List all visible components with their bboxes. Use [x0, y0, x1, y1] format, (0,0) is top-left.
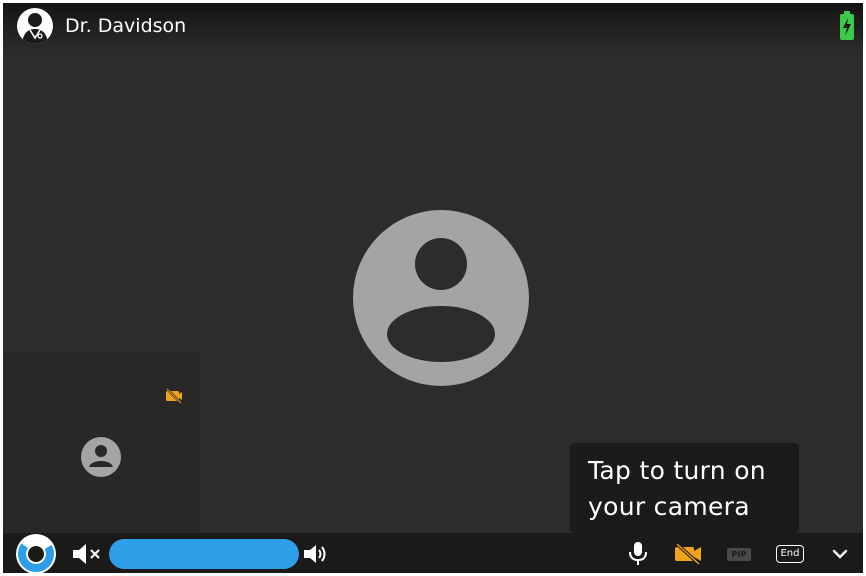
battery-charging-icon: [839, 11, 855, 41]
more-options-button[interactable]: [827, 539, 853, 569]
caller-name: Dr. Davidson: [65, 15, 187, 37]
tooltip-line-2: your camera: [588, 492, 750, 521]
camera-off-icon: [165, 388, 183, 404]
video-call-window: Dr. Davidson Tap to turn on your camera …: [3, 3, 863, 573]
volume-slider[interactable]: [109, 539, 299, 569]
microphone-button[interactable]: [623, 539, 653, 569]
camera-tooltip: Tap to turn on your camera: [570, 443, 799, 533]
pip-label: PIP: [727, 547, 751, 561]
camera-off-icon: [675, 543, 701, 565]
speaker-muted-icon[interactable]: [71, 542, 105, 566]
remote-user-avatar: [353, 210, 529, 386]
app-logo-icon: [15, 533, 57, 573]
speaker-icon[interactable]: [302, 542, 328, 566]
chevron-down-icon: [832, 549, 848, 559]
camera-toggle-button[interactable]: [671, 539, 705, 569]
self-avatar-icon: [81, 437, 121, 477]
end-call-button[interactable]: End: [773, 539, 807, 569]
microphone-icon: [629, 542, 647, 565]
volume-fill: [109, 539, 299, 569]
pip-button[interactable]: PIP: [725, 539, 753, 569]
end-label: End: [776, 545, 804, 563]
doctor-avatar-icon: [17, 8, 53, 44]
tooltip-line-1: Tap to turn on: [588, 456, 766, 485]
